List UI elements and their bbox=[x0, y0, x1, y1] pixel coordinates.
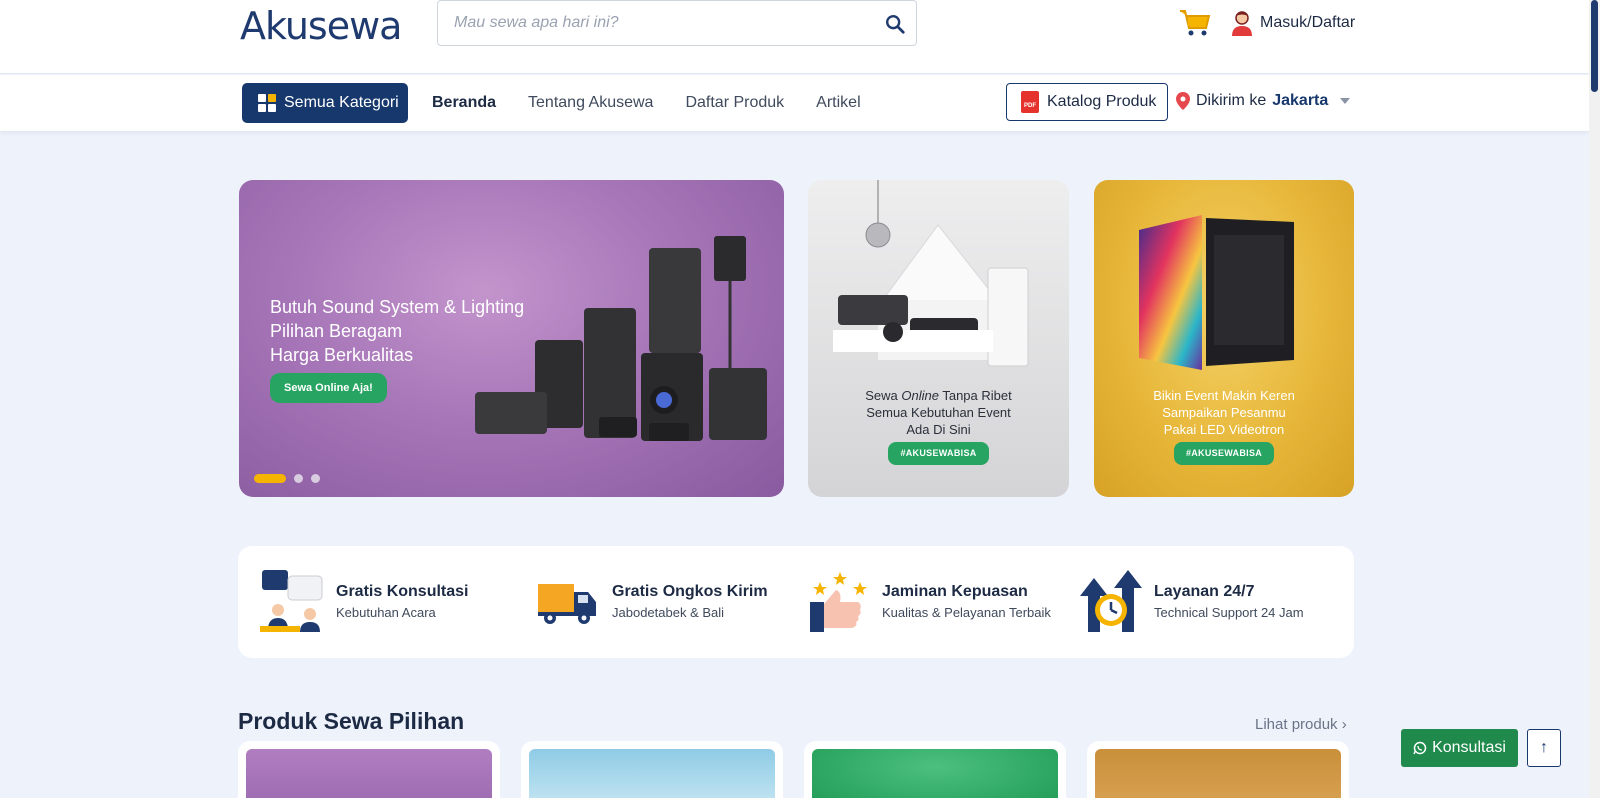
ship-prefix: Dikirim ke bbox=[1196, 92, 1267, 109]
whatsapp-label: Konsultasi bbox=[1432, 739, 1506, 756]
chat-consultation-icon bbox=[260, 570, 323, 632]
katalog-produk-button[interactable]: PDF Katalog Produk bbox=[1006, 83, 1168, 121]
all-categories-button[interactable]: Semua Kategori bbox=[242, 83, 408, 123]
whatsapp-icon bbox=[1413, 741, 1427, 755]
nav-link-beranda[interactable]: Beranda bbox=[432, 94, 496, 112]
hero-text: Butuh Sound System & Lighting Pilihan Be… bbox=[270, 295, 524, 403]
scrollbar-thumb[interactable] bbox=[1591, 0, 1598, 92]
videotron-banner[interactable]: Bikin Event Makin Keren Sampaikan Pesanm… bbox=[1094, 180, 1354, 497]
event-banner-text: Sewa Online Tanpa Ribet Semua Kebutuhan … bbox=[808, 387, 1069, 465]
product-card[interactable] bbox=[1087, 741, 1349, 798]
page-scrollbar[interactable] bbox=[1589, 0, 1600, 798]
cart-icon[interactable] bbox=[1178, 8, 1212, 38]
search-icon[interactable] bbox=[884, 13, 906, 35]
product-image bbox=[812, 749, 1058, 798]
carousel-dot[interactable] bbox=[311, 474, 320, 483]
carousel-indicators bbox=[254, 474, 320, 483]
ship-city: Jakarta bbox=[1272, 92, 1329, 109]
event-line-2: Semua Kebutuhan Event bbox=[866, 405, 1011, 420]
nav-link-artikel[interactable]: Artikel bbox=[816, 94, 860, 112]
feature-title: Layanan 24/7 bbox=[1154, 582, 1255, 600]
see-all-products-link[interactable]: Lihat produk › bbox=[1255, 716, 1347, 733]
nav-link-tentang[interactable]: Tentang Akusewa bbox=[528, 94, 653, 112]
feature-konsultasi: Gratis Konsultasi Kebutuhan Acara bbox=[260, 568, 468, 634]
feature-title: Gratis Ongkos Kirim bbox=[612, 582, 768, 600]
nav-links: Beranda Tentang Akusewa Daftar Produk Ar… bbox=[432, 75, 861, 131]
hero-cta-button[interactable]: Sewa Online Aja! bbox=[270, 373, 387, 403]
delivery-truck-icon bbox=[538, 584, 596, 624]
event-banner[interactable]: Sewa Online Tanpa Ribet Semua Kebutuhan … bbox=[808, 180, 1069, 497]
thumbs-up-stars-icon bbox=[810, 572, 867, 632]
location-pin-icon bbox=[1176, 92, 1190, 110]
pdf-icon: PDF bbox=[1021, 91, 1039, 113]
clock-arrows-icon bbox=[1080, 570, 1142, 632]
event-line-1: Sewa Online Tanpa Ribet bbox=[865, 388, 1012, 403]
feature-title: Jaminan Kepuasan bbox=[882, 582, 1028, 600]
top-header: Akusewa Masuk/Daftar bbox=[0, 0, 1589, 74]
login-label[interactable]: Masuk/Daftar bbox=[1260, 14, 1355, 32]
site-logo[interactable]: Akusewa bbox=[240, 4, 402, 48]
scroll-to-top-button[interactable]: ↑ bbox=[1527, 729, 1561, 767]
chevron-down-icon bbox=[1340, 98, 1351, 104]
videotron-line-3: Pakai LED Videotron bbox=[1163, 422, 1285, 437]
hero-line-1: Butuh Sound System & Lighting bbox=[270, 297, 525, 317]
videotron-line-1: Bikin Event Makin Keren bbox=[1153, 388, 1295, 403]
search-bar[interactable] bbox=[437, 0, 917, 46]
product-card[interactable] bbox=[521, 741, 783, 798]
hero-line-3: Harga Berkualitas bbox=[270, 345, 414, 365]
videotron-banner-text: Bikin Event Makin Keren Sampaikan Pesanm… bbox=[1094, 387, 1354, 465]
whatsapp-consult-button[interactable]: Konsultasi bbox=[1401, 729, 1518, 767]
section-title: Produk Sewa Pilihan bbox=[238, 708, 465, 734]
event-line-3: Ada Di Sini bbox=[906, 422, 971, 437]
feature-title: Gratis Konsultasi bbox=[336, 582, 469, 600]
features-strip: Gratis Konsultasi Kebutuhan Acara Gratis… bbox=[238, 546, 1354, 658]
hashtag-badge: #AKUSEWABISA bbox=[1173, 442, 1275, 465]
login-link[interactable]: Masuk/Daftar bbox=[1230, 9, 1355, 37]
feature-subtitle: Jabodetabek & Bali bbox=[612, 604, 725, 620]
shipping-location-selector[interactable]: Dikirim ke Jakarta bbox=[1176, 92, 1351, 110]
feature-subtitle: Technical Support 24 Jam bbox=[1154, 604, 1304, 620]
grid-icon bbox=[258, 94, 276, 112]
carousel-dot-active[interactable] bbox=[254, 474, 286, 483]
hero-banner-slide[interactable]: Butuh Sound System & Lighting Pilihan Be… bbox=[239, 180, 784, 497]
product-card[interactable] bbox=[238, 741, 500, 798]
user-icon bbox=[1232, 11, 1252, 36]
product-image bbox=[529, 749, 775, 798]
all-categories-label: Semua Kategori bbox=[284, 94, 399, 111]
feature-kepuasan: Jaminan Kepuasan Kualitas & Pelayanan Te… bbox=[806, 568, 1051, 634]
katalog-label: Katalog Produk bbox=[1047, 93, 1157, 110]
product-image bbox=[1095, 749, 1341, 798]
hashtag-badge: #AKUSEWABISA bbox=[888, 442, 989, 465]
videotron-line-2: Sampaikan Pesanmu bbox=[1162, 405, 1286, 420]
hero-line-2: Pilihan Beragam bbox=[270, 321, 403, 341]
feature-subtitle: Kualitas & Pelayanan Terbaik bbox=[882, 604, 1051, 620]
search-input[interactable] bbox=[438, 1, 858, 45]
feature-ongkir: Gratis Ongkos Kirim Jabodetabek & Bali bbox=[536, 568, 768, 634]
product-card[interactable] bbox=[804, 741, 1066, 798]
nav-link-daftar-produk[interactable]: Daftar Produk bbox=[685, 94, 784, 112]
product-image bbox=[246, 749, 492, 798]
carousel-dot[interactable] bbox=[294, 474, 303, 483]
feature-layanan: Layanan 24/7 Technical Support 24 Jam bbox=[1078, 568, 1304, 634]
feature-subtitle: Kebutuhan Acara bbox=[336, 604, 436, 620]
main-navbar: Semua Kategori Beranda Tentang Akusewa D… bbox=[0, 75, 1589, 131]
